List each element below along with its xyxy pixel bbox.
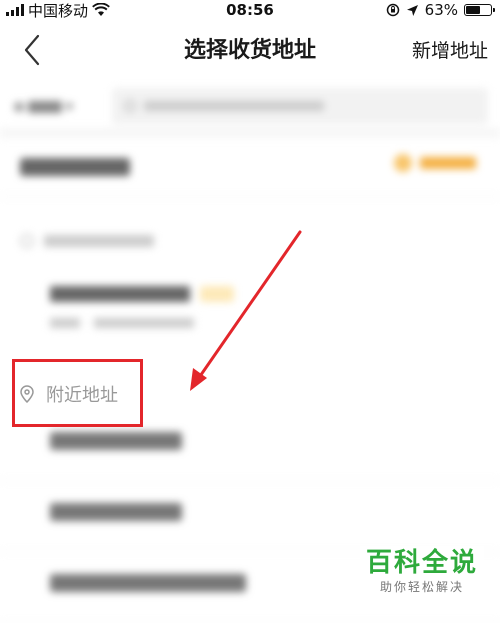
search-icon — [124, 100, 136, 112]
history-icon — [20, 234, 34, 248]
nearby-address-item[interactable] — [0, 481, 500, 552]
location-arrow-icon — [406, 4, 418, 16]
saved-address-contact — [50, 318, 194, 328]
current-location-row[interactable] — [0, 140, 500, 197]
add-address-button[interactable]: 新增地址 — [412, 22, 488, 80]
contact-name — [50, 318, 80, 328]
nearby-address-text — [50, 574, 246, 592]
nearby-address-text — [50, 432, 182, 450]
status-bar: 中国移动 08:56 63% — [0, 0, 500, 20]
saved-address-title — [50, 286, 190, 302]
relocate-button[interactable] — [394, 154, 476, 172]
search-input[interactable] — [112, 88, 488, 124]
current-location-text — [20, 158, 130, 176]
saved-address-item[interactable] — [0, 278, 500, 348]
map-pin-icon — [14, 102, 24, 112]
city-label — [28, 101, 62, 113]
chevron-down-icon: ▾ — [66, 99, 74, 115]
nav-bar: 选择收货地址 新增地址 — [0, 22, 500, 82]
rotation-lock-icon — [386, 3, 399, 17]
watermark-subtitle: 助你轻松解决 — [379, 580, 464, 594]
battery-icon — [464, 4, 495, 16]
divider-band — [0, 128, 500, 138]
address-tag — [200, 286, 234, 302]
saved-section-title — [44, 235, 154, 247]
locate-icon — [394, 154, 412, 172]
contact-phone — [94, 318, 194, 328]
watermark-title: 百科全说 — [365, 548, 478, 578]
relocate-label — [420, 157, 476, 169]
saved-address-name — [50, 286, 234, 302]
watermark-logo: 百科全说 助你轻松解决 — [359, 546, 484, 597]
status-right: 63% — [386, 0, 495, 20]
search-placeholder — [144, 101, 324, 111]
annotation-highlight-box — [12, 359, 143, 427]
city-selector[interactable]: ▾ — [14, 94, 73, 120]
battery-percent: 63% — [424, 1, 458, 19]
saved-section-header — [20, 234, 154, 248]
nearby-address-text — [50, 503, 182, 521]
battery-fill — [466, 6, 480, 14]
search-row: ▾ — [0, 84, 500, 128]
